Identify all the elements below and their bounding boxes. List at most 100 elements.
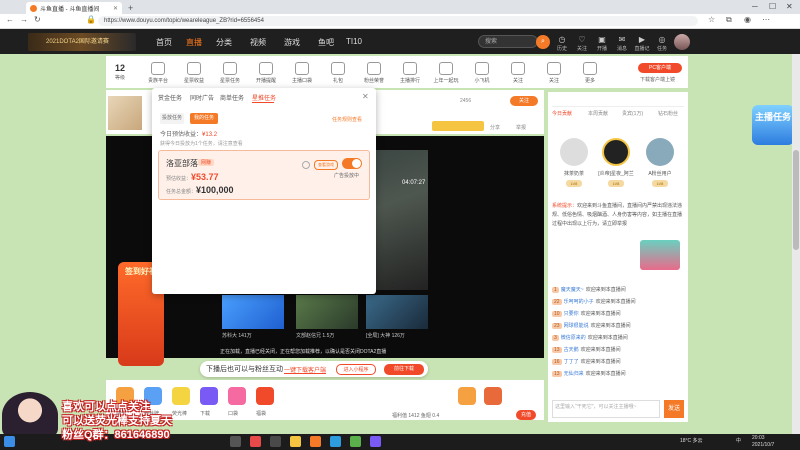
windows-start-icon[interactable] [4, 436, 15, 447]
history-icon[interactable]: ◷ [552, 35, 572, 44]
message-icon[interactable]: ✉ [612, 35, 632, 44]
tab-diamond[interactable]: 钻石粉丝 [658, 110, 678, 117]
toolbar-item[interactable]: 主播排行 [396, 62, 424, 84]
app-icon[interactable] [350, 436, 361, 447]
gift-icon[interactable] [484, 387, 502, 405]
app-icon[interactable] [270, 436, 281, 447]
toolbar-item[interactable]: 礼包 [324, 62, 352, 84]
popup-tab-bounty[interactable]: 赏金任务 [158, 93, 182, 102]
nav-yuba[interactable]: 鱼吧 [318, 37, 334, 48]
chat-input[interactable]: 这里输入"干死它"，可以关注主播哦~ [552, 400, 660, 418]
toolbar-item[interactable]: 关注 [540, 62, 568, 84]
minimize-icon[interactable]: ─ [752, 2, 758, 11]
nav-ti10[interactable]: TI10 [346, 37, 362, 46]
pocket-icon[interactable] [228, 387, 246, 405]
clock-time[interactable]: 20:03 [752, 435, 765, 441]
search-input[interactable]: 搜索 [478, 35, 538, 48]
live-record-icon[interactable]: ▶ [632, 35, 652, 44]
ti10-banner[interactable]: 2021DOTA2国际邀请赛 [28, 33, 136, 51]
maximize-icon[interactable]: ☐ [769, 2, 776, 11]
popup-subtab-publish[interactable]: 投放任务 [160, 113, 184, 124]
weather-text[interactable]: 18°C 多云 [680, 437, 703, 444]
chat-message: 1 魔天魔天~ 欢迎来到本直播间 [552, 287, 626, 293]
recommend-thumb[interactable] [222, 295, 284, 329]
popup-subtab-mine[interactable]: 我的任务 [190, 113, 218, 124]
url-input[interactable]: https://www.douyu.com/topic/weareleague_… [98, 16, 698, 26]
toolbar-item[interactable]: 小飞机 [468, 62, 496, 84]
profile-icon[interactable]: ◉ [744, 15, 751, 24]
toolbar-item[interactable]: 开播提醒 [252, 62, 280, 84]
preview-game-button[interactable]: 查看游戏 [314, 160, 338, 170]
broadcast-icon[interactable]: ▣ [592, 35, 612, 44]
toolbar-item[interactable]: 关注 [504, 62, 532, 84]
tab-today[interactable]: 今日贡献 [552, 110, 572, 117]
top-user-avatar[interactable] [602, 138, 630, 166]
nav-home[interactable]: 首页 [156, 37, 172, 48]
folder-icon[interactable] [290, 436, 301, 447]
popup-tab-orders[interactable]: 商单任务 [220, 93, 244, 102]
top-user-avatar[interactable] [560, 138, 588, 166]
glowstick-icon[interactable] [172, 387, 190, 405]
recommend-thumb[interactable] [366, 295, 428, 329]
recharge-button[interactable]: 充值 [516, 410, 536, 420]
toolbar-item[interactable]: 星票任务 [216, 62, 244, 84]
pc-client-button[interactable]: PC客户端 [638, 63, 682, 73]
streamer-task-promo[interactable]: 主播任务 [752, 105, 794, 145]
close-icon[interactable]: ✕ [113, 5, 118, 12]
search-icon[interactable]: ⌕ [536, 35, 550, 49]
follow-button[interactable]: 关注 [510, 96, 538, 106]
task-icon[interactable]: ◎ [652, 35, 672, 44]
app-icon[interactable] [250, 436, 261, 447]
tab-vip[interactable]: 贵宾(1万) [622, 110, 643, 117]
back-icon[interactable]: ← [6, 15, 14, 24]
recommend-thumb[interactable] [296, 295, 358, 329]
tab-week[interactable]: 本周贡献 [588, 110, 608, 117]
ad-toggle[interactable] [342, 158, 362, 169]
nav-video[interactable]: 视频 [250, 37, 266, 48]
ime-indicator[interactable]: 中 [736, 437, 741, 444]
top-user-avatar[interactable] [646, 138, 674, 166]
toolbar-item[interactable]: 星票收益 [180, 62, 208, 84]
mini-program-button[interactable]: 进入小程序 [336, 364, 376, 375]
toast-download-link[interactable]: 一键下载客户端 [284, 365, 326, 374]
download-button[interactable]: 前往下载 [384, 364, 424, 375]
toolbar-item[interactable]: 更多 [576, 62, 604, 84]
send-button[interactable]: 发送 [664, 400, 684, 418]
search-taskbar-icon[interactable] [230, 436, 241, 447]
lucky-bag-icon[interactable] [256, 387, 274, 405]
app-icon[interactable] [310, 436, 321, 447]
window-close-icon[interactable]: ✕ [786, 2, 793, 11]
follow-icon[interactable]: ♡ [572, 35, 592, 44]
app-icon[interactable] [370, 436, 381, 447]
scrollbar-thumb[interactable] [793, 150, 799, 250]
new-tab-icon[interactable]: + [128, 3, 133, 13]
live-promo-card[interactable] [640, 240, 680, 270]
reload-icon[interactable]: ↻ [34, 15, 41, 24]
forward-icon[interactable]: → [20, 15, 28, 24]
download-gift-icon[interactable] [200, 387, 218, 405]
task-rules-link[interactable]: 任务规则查看 [332, 116, 362, 123]
report-link[interactable]: 举报 [516, 124, 526, 131]
bookmark-star-icon[interactable]: ☆ [708, 15, 715, 24]
close-icon[interactable]: ✕ [362, 92, 369, 101]
more-icon[interactable]: ⋯ [762, 15, 770, 24]
streamer-avatar[interactable] [108, 96, 142, 130]
toolbar-item[interactable]: 上年一起玩 [432, 62, 460, 84]
nav-live[interactable]: 直播 [186, 37, 202, 48]
clock-date[interactable]: 2021/10/7 [752, 442, 774, 448]
collections-icon[interactable]: ⧉ [726, 15, 732, 25]
popup-tab-promo[interactable]: 星推任务 [252, 93, 276, 102]
rank-badge[interactable] [432, 121, 484, 131]
edge-browser-icon[interactable] [330, 436, 341, 447]
toolbar-item[interactable]: 粉丝荣誉 [360, 62, 388, 84]
popup-tab-ads[interactable]: 同时广告 [190, 93, 214, 102]
nav-category[interactable]: 分类 [216, 37, 232, 48]
toolbar-item[interactable]: 主播口袋 [288, 62, 316, 84]
gift-icon[interactable] [458, 387, 476, 405]
share-link[interactable]: 分享 [490, 124, 500, 131]
nav-game[interactable]: 游戏 [284, 37, 300, 48]
toolbar-item[interactable]: 贵族平台 [144, 62, 172, 84]
user-avatar[interactable] [674, 34, 690, 50]
browser-tab[interactable]: 斗鱼直播 - 斗鱼直播间 ✕ [26, 2, 122, 14]
info-icon[interactable] [302, 161, 310, 169]
